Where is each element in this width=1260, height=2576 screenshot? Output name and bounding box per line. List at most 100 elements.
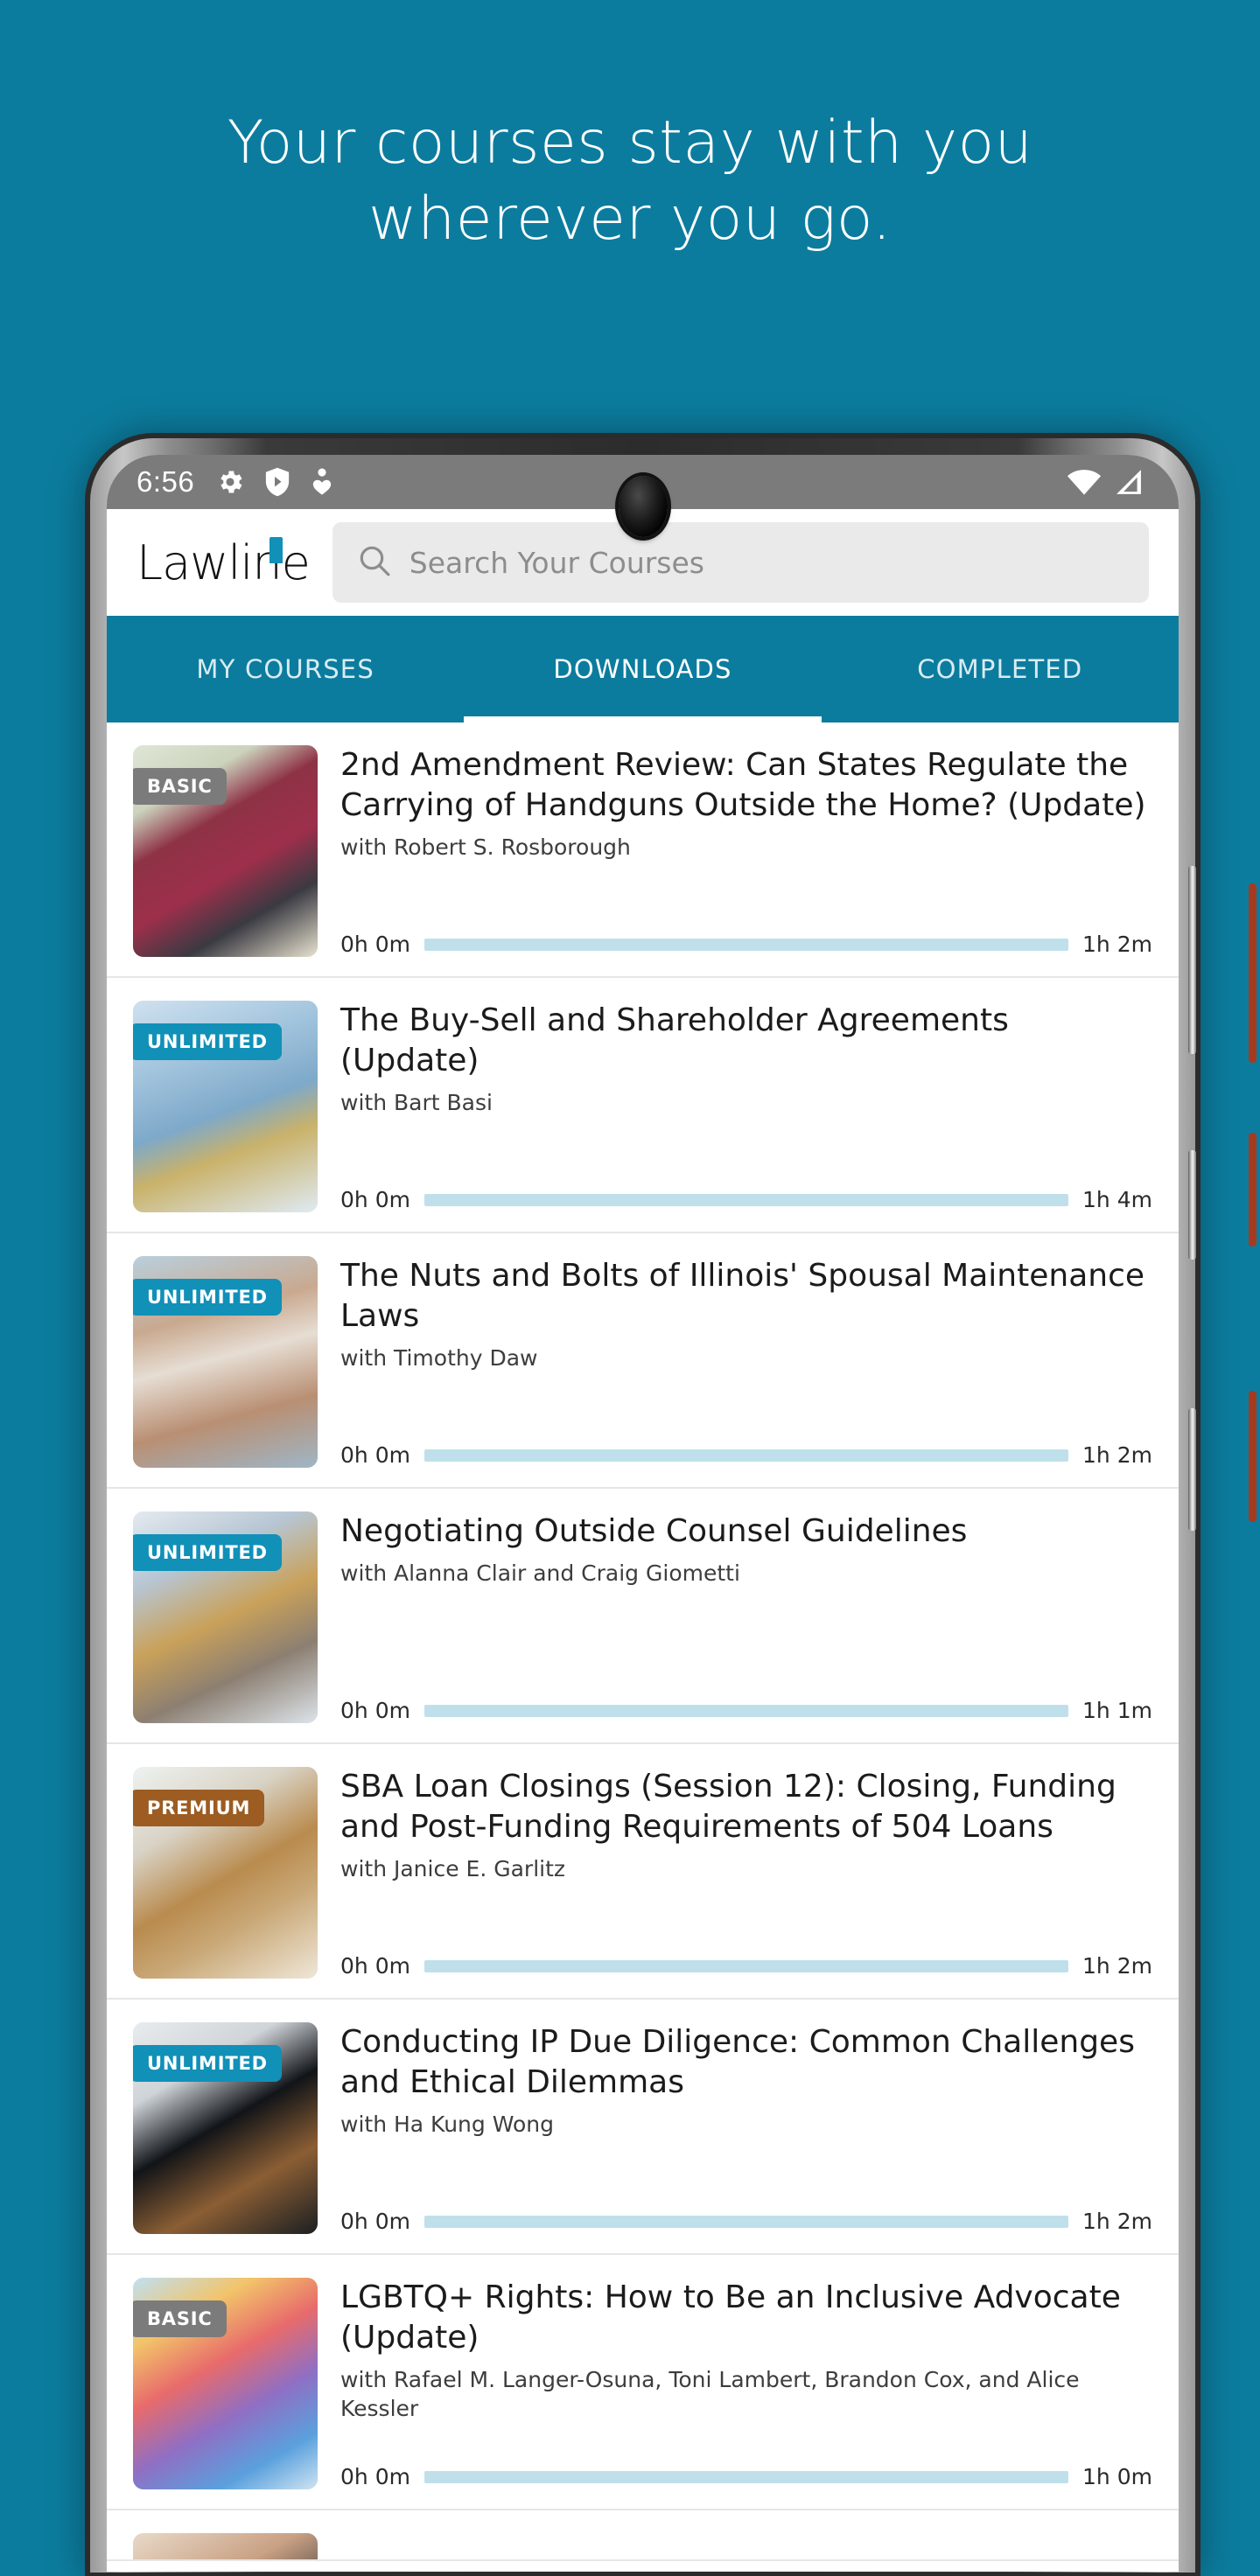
search-input[interactable]: Search Your Courses — [332, 522, 1149, 603]
gear-icon — [215, 467, 245, 497]
course-duration: 1h 2m — [1082, 932, 1152, 957]
course-author: with Bart Basi — [340, 1090, 493, 1116]
course-title: The Buy-Sell and Shareholder Agreements … — [340, 1002, 1009, 1079]
course-card[interactable]: UNLIMITED Conducting IP Due Diligence: C… — [107, 2000, 1179, 2255]
lawline-logo[interactable]: Lawline — [136, 535, 313, 590]
course-thumbnail[interactable]: UNLIMITED — [133, 1001, 318, 1212]
course-access-badge: BASIC — [133, 2300, 227, 2337]
course-elapsed-time: 0h 0m — [340, 1187, 410, 1212]
course-author: with Rafael M. Langer-Osuna, Toni Lamber… — [340, 2367, 1080, 2421]
course-elapsed-time: 0h 0m — [340, 932, 410, 957]
course-progress-bar[interactable] — [424, 2470, 1069, 2483]
course-duration: 1h 2m — [1082, 1953, 1152, 1979]
course-card[interactable]: UNLIMITED The Buy-Sell and Shareholder A… — [107, 978, 1179, 1233]
course-title: Negotiating Outside Counsel Guidelines — [340, 1513, 968, 1549]
status-bar: 6:56 — [107, 455, 1179, 537]
wifi-icon — [1067, 468, 1102, 496]
course-details: Negotiating Outside Counsel Guidelines w… — [340, 1511, 1152, 1723]
course-card[interactable] — [107, 2510, 1179, 2561]
course-progress-row: 0h 0m 1h 1m — [340, 1679, 1152, 1723]
tab-bar: MY COURSES DOWNLOADS COMPLETED — [107, 616, 1179, 723]
course-progress-bar[interactable] — [424, 1193, 1069, 1206]
course-progress-row: 0h 0m 1h 2m — [340, 2189, 1152, 2234]
course-progress-row: 0h 0m 1h 2m — [340, 912, 1152, 957]
course-author: with Ha Kung Wong — [340, 2112, 554, 2138]
status-bar-left-icons — [215, 467, 334, 497]
course-author: with Robert S. Rosborough — [340, 834, 631, 861]
course-card[interactable]: BASIC 2nd Amendment Review: Can States R… — [107, 723, 1179, 978]
course-progress-bar[interactable] — [424, 1959, 1069, 1972]
course-thumbnail[interactable]: UNLIMITED — [133, 1256, 318, 1468]
course-details: Conducting IP Due Diligence: Common Chal… — [340, 2022, 1152, 2234]
phone-volume-down-button[interactable] — [1188, 1150, 1196, 1260]
scrollbar-thumb[interactable] — [1249, 1133, 1256, 1246]
course-card[interactable]: UNLIMITED The Nuts and Bolts of Illinois… — [107, 1233, 1179, 1489]
course-duration: 1h 2m — [1082, 2209, 1152, 2234]
course-access-badge: UNLIMITED — [133, 2045, 282, 2082]
course-thumbnail-image — [133, 2533, 318, 2559]
course-details: 2nd Amendment Review: Can States Regulat… — [340, 745, 1152, 957]
course-thumbnail[interactable] — [133, 2533, 318, 2559]
course-progress-bar[interactable] — [424, 1704, 1069, 1717]
course-progress-row: 0h 0m 1h 2m — [340, 1423, 1152, 1468]
cellular-signal-icon — [1114, 468, 1144, 496]
logo-accent-mark — [270, 536, 283, 563]
scrollbar-thumb[interactable] — [1249, 1391, 1256, 1522]
course-progress-row: 0h 0m 1h 0m — [340, 2445, 1152, 2489]
scrollbar-thumb[interactable] — [1249, 883, 1256, 1063]
course-title: Conducting IP Due Diligence: Common Chal… — [340, 2024, 1135, 2101]
course-duration: 1h 4m — [1082, 1187, 1152, 1212]
course-thumbnail[interactable]: UNLIMITED — [133, 1511, 318, 1723]
course-author: with Timothy Daw — [340, 1345, 538, 1372]
course-details: LGBTQ+ Rights: How to Be an Inclusive Ad… — [340, 2278, 1152, 2489]
course-progress-bar[interactable] — [424, 1449, 1069, 1462]
course-thumbnail[interactable]: BASIC — [133, 2278, 318, 2489]
course-access-badge: UNLIMITED — [133, 1279, 282, 1316]
course-progress-row: 0h 0m 1h 4m — [340, 1168, 1152, 1212]
course-card[interactable]: PREMIUM SBA Loan Closings (Session 12): … — [107, 1744, 1179, 2000]
course-duration: 1h 0m — [1082, 2464, 1152, 2489]
phone-power-button[interactable] — [1188, 1408, 1196, 1531]
course-progress-bar[interactable] — [424, 938, 1069, 951]
person-heart-icon — [310, 467, 334, 497]
course-details: SBA Loan Closings (Session 12): Closing,… — [340, 1767, 1152, 1979]
course-thumbnail[interactable]: UNLIMITED — [133, 2022, 318, 2234]
course-list: BASIC 2nd Amendment Review: Can States R… — [107, 723, 1179, 2561]
course-duration: 1h 1m — [1082, 1698, 1152, 1723]
course-title: SBA Loan Closings (Session 12): Closing,… — [340, 1769, 1116, 1846]
hero-headline-line2: wherever you go. — [368, 185, 892, 255]
course-progress-row: 0h 0m 1h 2m — [340, 1934, 1152, 1979]
course-title: 2nd Amendment Review: Can States Regulat… — [340, 747, 1146, 824]
shield-play-icon — [264, 467, 290, 497]
search-placeholder: Search Your Courses — [409, 545, 704, 580]
course-details: The Buy-Sell and Shareholder Agreements … — [340, 1001, 1152, 1212]
course-elapsed-time: 0h 0m — [340, 1698, 410, 1723]
course-title: The Nuts and Bolts of Illinois' Spousal … — [340, 1258, 1145, 1335]
phone-screen: 6:56 Lawline Search Your Courses MY COUR… — [107, 455, 1179, 2572]
lawline-logo-text: Lawline — [136, 534, 311, 590]
course-thumbnail[interactable]: BASIC — [133, 745, 318, 957]
course-progress-bar[interactable] — [424, 2215, 1069, 2228]
hero-headline: Your courses stay with you wherever you … — [0, 105, 1260, 257]
course-elapsed-time: 0h 0m — [340, 1953, 410, 1979]
tab-completed[interactable]: COMPLETED — [822, 616, 1179, 723]
course-access-badge: UNLIMITED — [133, 1023, 282, 1060]
hero-headline-line1: Your courses stay with you — [227, 108, 1033, 178]
course-elapsed-time: 0h 0m — [340, 2209, 410, 2234]
course-thumbnail[interactable]: PREMIUM — [133, 1767, 318, 1979]
status-bar-clock: 6:56 — [136, 465, 195, 498]
course-access-badge: BASIC — [133, 768, 227, 805]
search-icon — [357, 543, 392, 583]
course-elapsed-time: 0h 0m — [340, 2464, 410, 2489]
course-duration: 1h 2m — [1082, 1442, 1152, 1468]
front-camera — [618, 476, 668, 537]
tab-downloads[interactable]: DOWNLOADS — [464, 616, 822, 723]
course-card[interactable]: BASIC LGBTQ+ Rights: How to Be an Inclus… — [107, 2255, 1179, 2510]
phone-volume-up-button[interactable] — [1188, 866, 1196, 1054]
tab-my-courses[interactable]: MY COURSES — [107, 616, 464, 723]
course-author: with Janice E. Garlitz — [340, 1856, 566, 1882]
course-details: The Nuts and Bolts of Illinois' Spousal … — [340, 1256, 1152, 1468]
status-bar-right-icons — [1067, 468, 1144, 496]
course-card[interactable]: UNLIMITED Negotiating Outside Counsel Gu… — [107, 1489, 1179, 1744]
course-details — [340, 2533, 1152, 2540]
